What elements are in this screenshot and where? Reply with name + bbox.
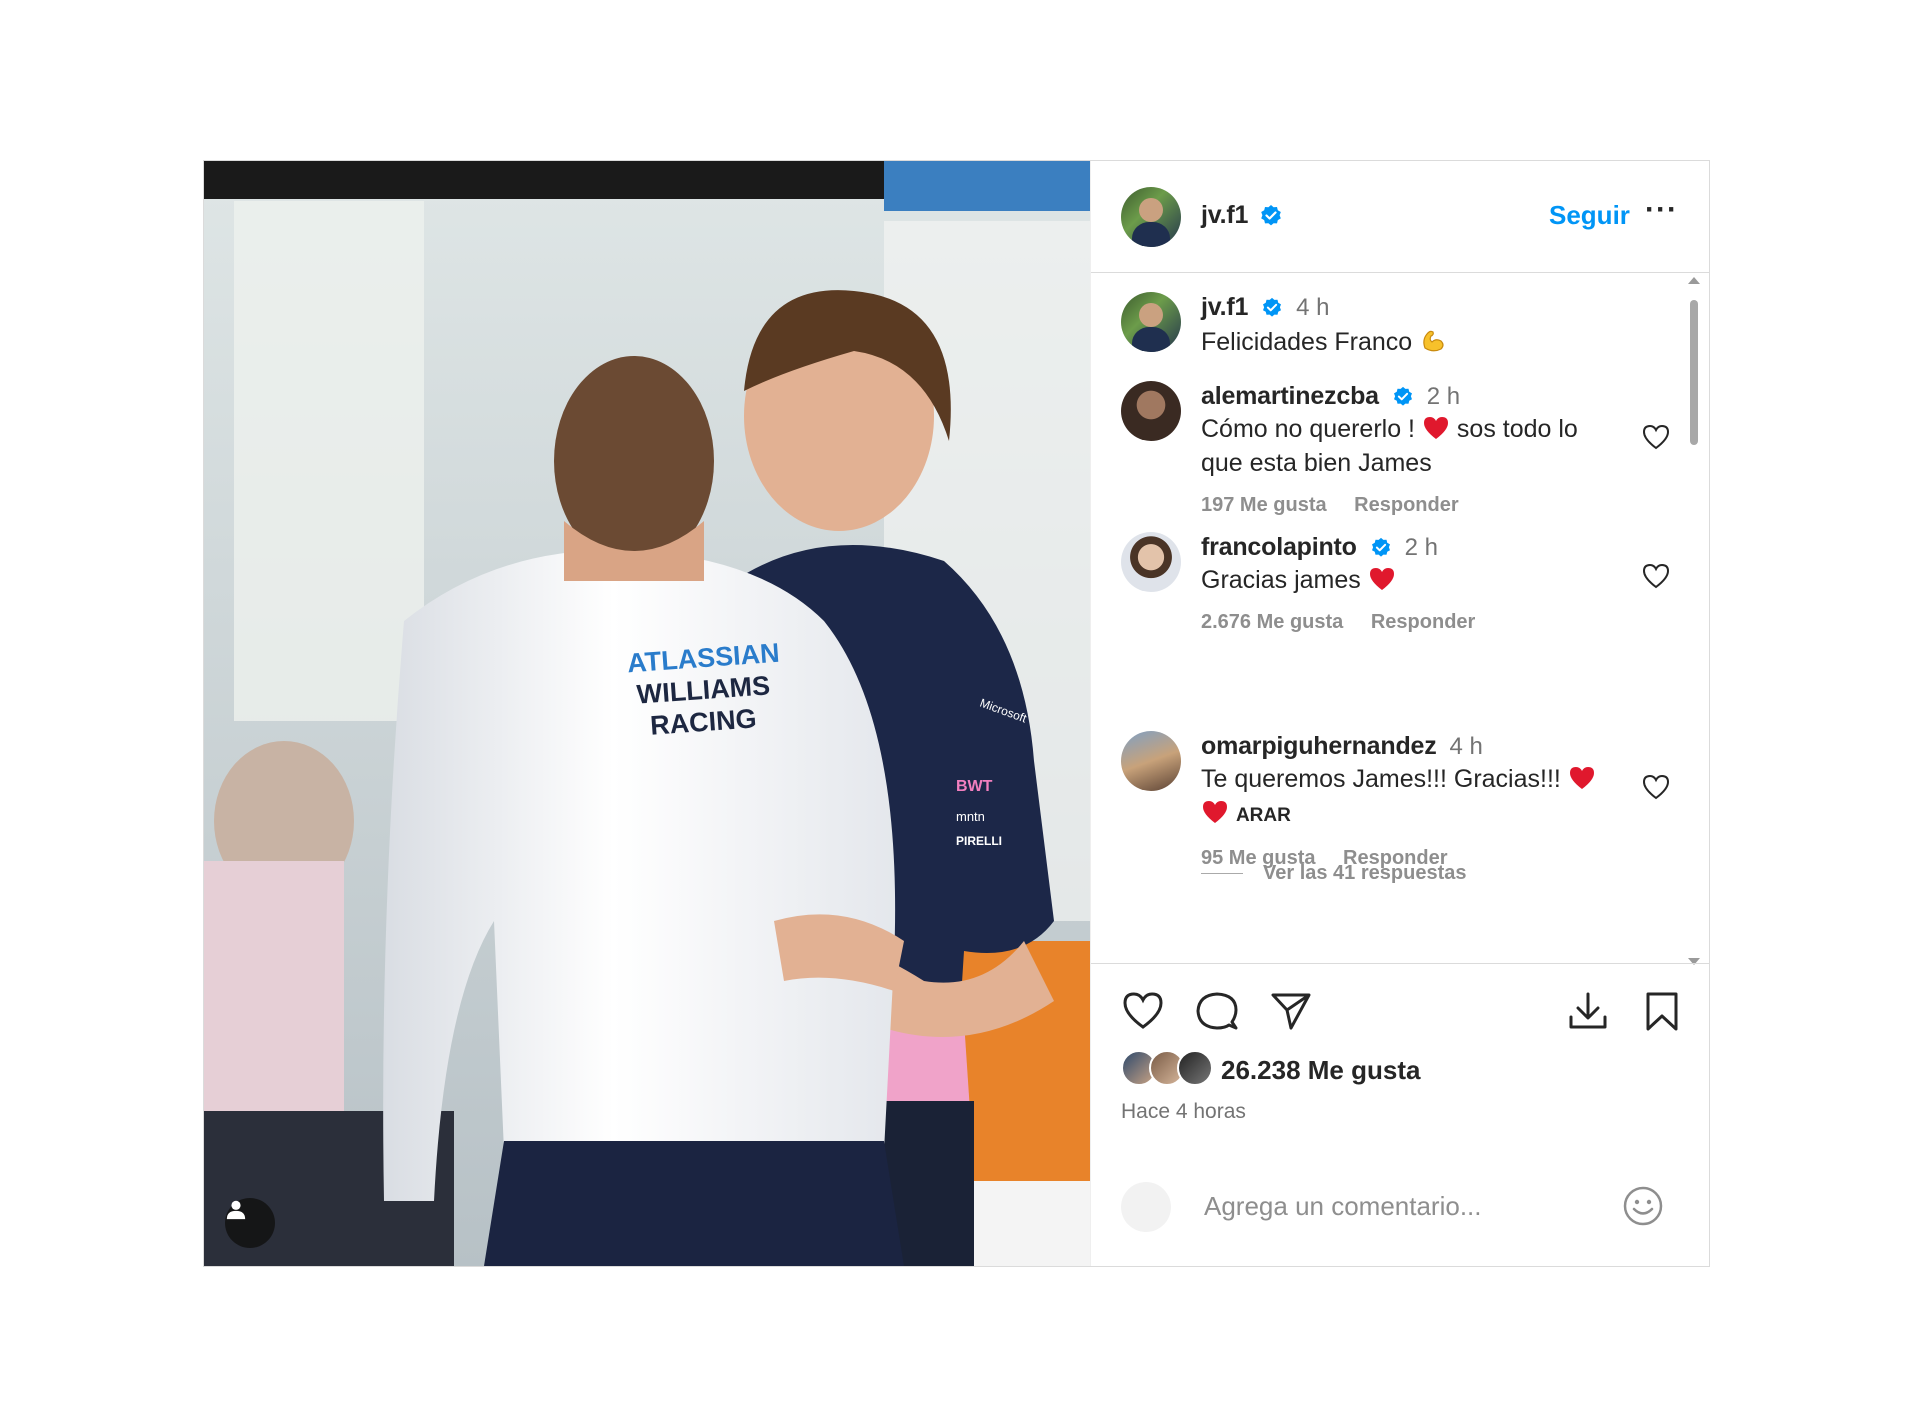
reply-button[interactable]: Responder <box>1354 494 1458 516</box>
heart-icon[interactable] <box>1121 989 1165 1033</box>
like-comment-heart-icon[interactable] <box>1641 423 1671 451</box>
add-comment-bar <box>1091 1144 1709 1266</box>
commenter-username[interactable]: alemartinezcba <box>1201 382 1379 410</box>
svg-text:PIRELLI: PIRELLI <box>956 834 1002 848</box>
comment-time[interactable]: 4 h <box>1449 733 1482 760</box>
user-tag-icon <box>226 1200 246 1220</box>
comment-text-line2: ARAR <box>1235 805 1291 826</box>
post-time[interactable]: Hace 4 horas <box>1121 1100 1246 1124</box>
commenter-username[interactable]: francolapinto <box>1201 533 1357 561</box>
download-icon[interactable] <box>1566 989 1610 1033</box>
current-user-avatar <box>1121 1182 1171 1232</box>
user-tag-button[interactable] <box>225 1198 275 1248</box>
caption-avatar[interactable] <box>1121 292 1181 352</box>
flexed-biceps-icon <box>1423 330 1444 352</box>
verified-badge-icon <box>1261 205 1281 226</box>
action-bar: 26.238 Me gusta Hace 4 horas <box>1091 963 1709 1143</box>
verified-badge-icon <box>1371 538 1390 558</box>
commenter-avatar[interactable] <box>1121 731 1181 791</box>
follow-button[interactable]: Seguir <box>1549 200 1630 231</box>
commenter-avatar[interactable] <box>1121 532 1181 592</box>
liker-avatar <box>1177 1050 1213 1086</box>
caption-time[interactable]: 4 h <box>1296 294 1329 321</box>
caption-text: Felicidades Franco <box>1201 328 1413 356</box>
verified-badge-icon <box>1393 387 1412 407</box>
comment-time[interactable]: 2 h <box>1427 383 1460 410</box>
commenter-avatar[interactable] <box>1121 381 1181 441</box>
red-heart-icon <box>1423 417 1448 439</box>
svg-text:BWT: BWT <box>956 778 993 795</box>
photo-illustration: ATLASSIAN WILLIAMS RACING Microsoft BWT … <box>204 161 1090 1266</box>
more-options-button[interactable]: ··· <box>1645 193 1678 227</box>
comments-scrollbar[interactable] <box>1688 275 1700 965</box>
comments-list[interactable]: jv.f1 4 h Felicidades Franco alemartinez… <box>1091 274 1709 962</box>
comment-text-line2: que esta bien James <box>1201 449 1432 477</box>
likes-count[interactable]: 26.238 Me gusta <box>1221 1055 1420 1086</box>
comment-likes[interactable]: 197 Me gusta <box>1201 494 1327 516</box>
post-photo[interactable]: ATLASSIAN WILLIAMS RACING Microsoft BWT … <box>204 161 1090 1266</box>
red-heart-icon <box>1569 767 1594 789</box>
red-heart-icon <box>1369 568 1394 590</box>
reply-button[interactable]: Responder <box>1371 611 1475 633</box>
scroll-thumb[interactable] <box>1690 300 1698 445</box>
comment-text: Cómo no quererlo ! <box>1201 415 1416 443</box>
scroll-up-arrow-icon[interactable] <box>1688 277 1700 284</box>
share-icon[interactable] <box>1269 989 1313 1033</box>
verified-badge-icon <box>1263 298 1282 318</box>
commenter-username[interactable]: omarpiguhernandez <box>1201 732 1437 760</box>
like-comment-heart-icon[interactable] <box>1641 562 1671 590</box>
comment-likes[interactable]: 2.676 Me gusta <box>1201 611 1343 633</box>
like-comment-heart-icon[interactable] <box>1641 773 1671 801</box>
instagram-post: ATLASSIAN WILLIAMS RACING Microsoft BWT … <box>203 160 1710 1267</box>
emoji-icon[interactable] <box>1621 1184 1665 1228</box>
comment-icon[interactable] <box>1195 989 1239 1033</box>
comment-text: Gracias james <box>1201 566 1361 594</box>
comment-text: Te queremos James!!! Gracias!!! <box>1201 765 1561 793</box>
comment-time[interactable]: 2 h <box>1405 534 1438 561</box>
post-header: jv.f1 Seguir ··· <box>1091 161 1709 273</box>
comment-input[interactable] <box>1204 1184 1594 1228</box>
reply-button[interactable]: Responder <box>1343 847 1447 869</box>
bookmark-icon[interactable] <box>1640 989 1684 1033</box>
author-username[interactable]: jv.f1 <box>1201 201 1248 230</box>
replies-divider <box>1201 873 1243 874</box>
comment-text-cont: sos todo lo <box>1456 415 1578 443</box>
svg-text:mntn: mntn <box>956 809 985 824</box>
comment-likes[interactable]: 95 Me gusta <box>1201 847 1315 869</box>
author-avatar[interactable] <box>1121 187 1181 247</box>
caption-username[interactable]: jv.f1 <box>1201 293 1248 321</box>
red-heart-icon <box>1203 801 1227 823</box>
likers-avatars[interactable] <box>1121 1050 1213 1086</box>
post-side-panel: jv.f1 Seguir ··· jv.f1 4 h Felicidades F… <box>1090 161 1709 1266</box>
